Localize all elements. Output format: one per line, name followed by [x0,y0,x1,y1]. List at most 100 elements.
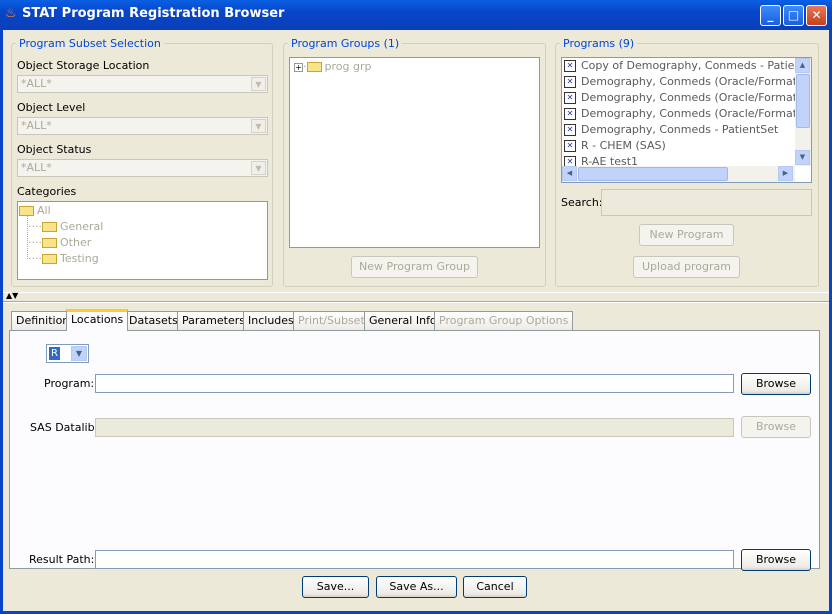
programs-horizontal-scrollbar[interactable]: ◀ ▶ [562,166,795,182]
program-group-icon [306,62,322,72]
folder-open-icon [19,206,34,216]
list-item[interactable]: ✕ Copy of Demography, Conmeds - PatientSe… [562,58,811,74]
program-icon: ✕ [564,124,576,136]
tab-datasets[interactable]: Datasets [124,311,183,330]
result-path-input[interactable] [95,550,734,569]
tree-node-label: Other [60,236,92,249]
save-as-button[interactable]: Save As... [376,576,457,598]
tab-print-subset[interactable]: Print/Subset [293,311,370,330]
tree-node-other[interactable]: ···· Other [28,236,91,249]
program-icon: ✕ [564,92,576,104]
chevron-down-icon: ▼ [251,119,266,133]
upload-program-button[interactable]: Upload program [633,256,740,278]
categories-label: Categories [17,185,77,198]
close-button[interactable]: ✕ [806,5,827,26]
folder-icon [42,254,57,264]
tree-node-prog-grp[interactable]: +· prog grp [294,60,371,73]
program-name: Demography, Conmeds (Oracle/Formats) - p [581,75,812,88]
scroll-thumb[interactable] [796,74,810,128]
list-item[interactable]: ✕ R - CHEM (SAS) [562,138,795,154]
splitter-bar[interactable] [3,301,829,303]
program-icon: ✕ [564,76,576,88]
list-item[interactable]: ✕ Demography, Conmeds - PatientSet [562,122,795,138]
program-name: Demography, Conmeds - PatientSet [581,123,779,136]
close-icon: ✕ [811,8,822,22]
title-bar: ♨ STAT Program Registration Browser _ □ … [0,0,832,30]
location-type-select[interactable]: R ▼ [46,344,89,363]
program-icon: ✕ [564,60,576,72]
object-level-value: *ALL* [21,119,52,132]
tab-includes[interactable]: Includes [243,311,299,330]
folder-icon [42,238,57,248]
subset-selection-title: Program Subset Selection [16,37,164,50]
program-path-label: Program: [44,377,95,390]
maximize-icon: □ [787,8,800,22]
scroll-up-icon[interactable]: ▲ [795,58,810,73]
list-item[interactable]: ✕ Demography, Conmeds (Oracle/Formats) - … [562,74,811,90]
program-icon: ✕ [564,108,576,120]
locations-tab-panel [9,330,820,569]
save-button[interactable]: Save... [302,576,369,598]
program-browse-button[interactable]: Browse [741,373,811,395]
programs-list[interactable]: ✕ Copy of Demography, Conmeds - PatientSe… [561,57,812,183]
location-type-value: R [49,347,60,360]
tree-node-all[interactable]: All [19,204,51,217]
scroll-right-icon[interactable]: ▶ [778,166,793,181]
minimize-button[interactable]: _ [760,5,781,26]
program-groups-title: Program Groups (1) [288,37,403,50]
tab-definition[interactable]: Definition [11,311,75,330]
splitter-collapse-icon[interactable]: ▲▼ [6,292,18,300]
program-name: Copy of Demography, Conmeds - PatientSet [581,59,812,72]
object-status-select[interactable]: *ALL* ▼ [17,159,268,177]
folder-icon [42,222,57,232]
categories-tree[interactable]: All ···· General ···· Other ···· Testing [17,201,268,280]
java-app-icon: ♨ [5,6,17,21]
result-path-browse-button[interactable]: Browse [741,549,811,571]
program-name: R - CHEM (SAS) [581,139,666,152]
scroll-thumb[interactable] [578,167,728,181]
search-label: Search: [561,196,603,209]
sas-datalib-browse-button[interactable]: Browse [741,416,811,438]
list-item[interactable]: ✕ Demography, Conmeds (Oracle/Formats) - … [562,106,811,122]
chevron-down-icon: ▼ [251,77,266,91]
object-status-value: *ALL* [21,161,52,174]
program-name: Demography, Conmeds (Oracle/Formats) - p [581,91,812,104]
tab-locations[interactable]: Locations [66,309,129,331]
tab-general-info[interactable]: General Info [364,311,442,330]
new-program-group-button[interactable]: New Program Group [351,256,478,278]
object-level-select[interactable]: *ALL* ▼ [17,117,268,135]
storage-location-select[interactable]: *ALL* ▼ [17,75,268,93]
tab-parameters[interactable]: Parameters [177,311,250,330]
new-program-button[interactable]: New Program [639,224,734,246]
tree-node-testing[interactable]: ···· Testing [28,252,99,265]
sas-datalib-input[interactable] [95,418,734,437]
program-groups-tree[interactable]: +· prog grp [289,57,540,248]
tree-node-label: prog grp [324,60,372,73]
storage-location-value: *ALL* [21,77,52,90]
tab-program-group-options[interactable]: Program Group Options [434,311,574,330]
window-title: STAT Program Registration Browser [22,6,285,21]
tree-node-label: General [60,220,104,233]
maximize-button[interactable]: □ [783,5,804,26]
list-item[interactable]: ✕ Demography, Conmeds (Oracle/Formats) - … [562,90,811,106]
scroll-down-icon[interactable]: ▼ [795,150,810,165]
programs-title: Programs (9) [560,37,638,50]
programs-vertical-scrollbar[interactable]: ▲ ▼ [795,58,811,166]
object-level-label: Object Level [17,101,86,114]
chevron-down-icon: ▼ [251,161,266,175]
result-path-label: Result Path: [29,553,95,566]
object-status-label: Object Status [17,143,92,156]
scroll-left-icon[interactable]: ◀ [562,166,577,181]
program-icon: ✕ [564,140,576,152]
cancel-button[interactable]: Cancel [463,576,527,598]
program-path-input[interactable] [95,374,734,393]
expand-icon[interactable]: + [294,62,303,72]
tree-node-general[interactable]: ···· General [28,220,103,233]
minimize-icon: _ [767,8,774,22]
tree-node-label: All [37,204,51,217]
program-name: Demography, Conmeds (Oracle/Formats) - p [581,107,812,120]
search-input[interactable] [601,189,812,216]
splitter-highlight [3,292,829,293]
storage-location-label: Object Storage Location [17,59,150,72]
chevron-down-icon: ▼ [71,346,87,361]
